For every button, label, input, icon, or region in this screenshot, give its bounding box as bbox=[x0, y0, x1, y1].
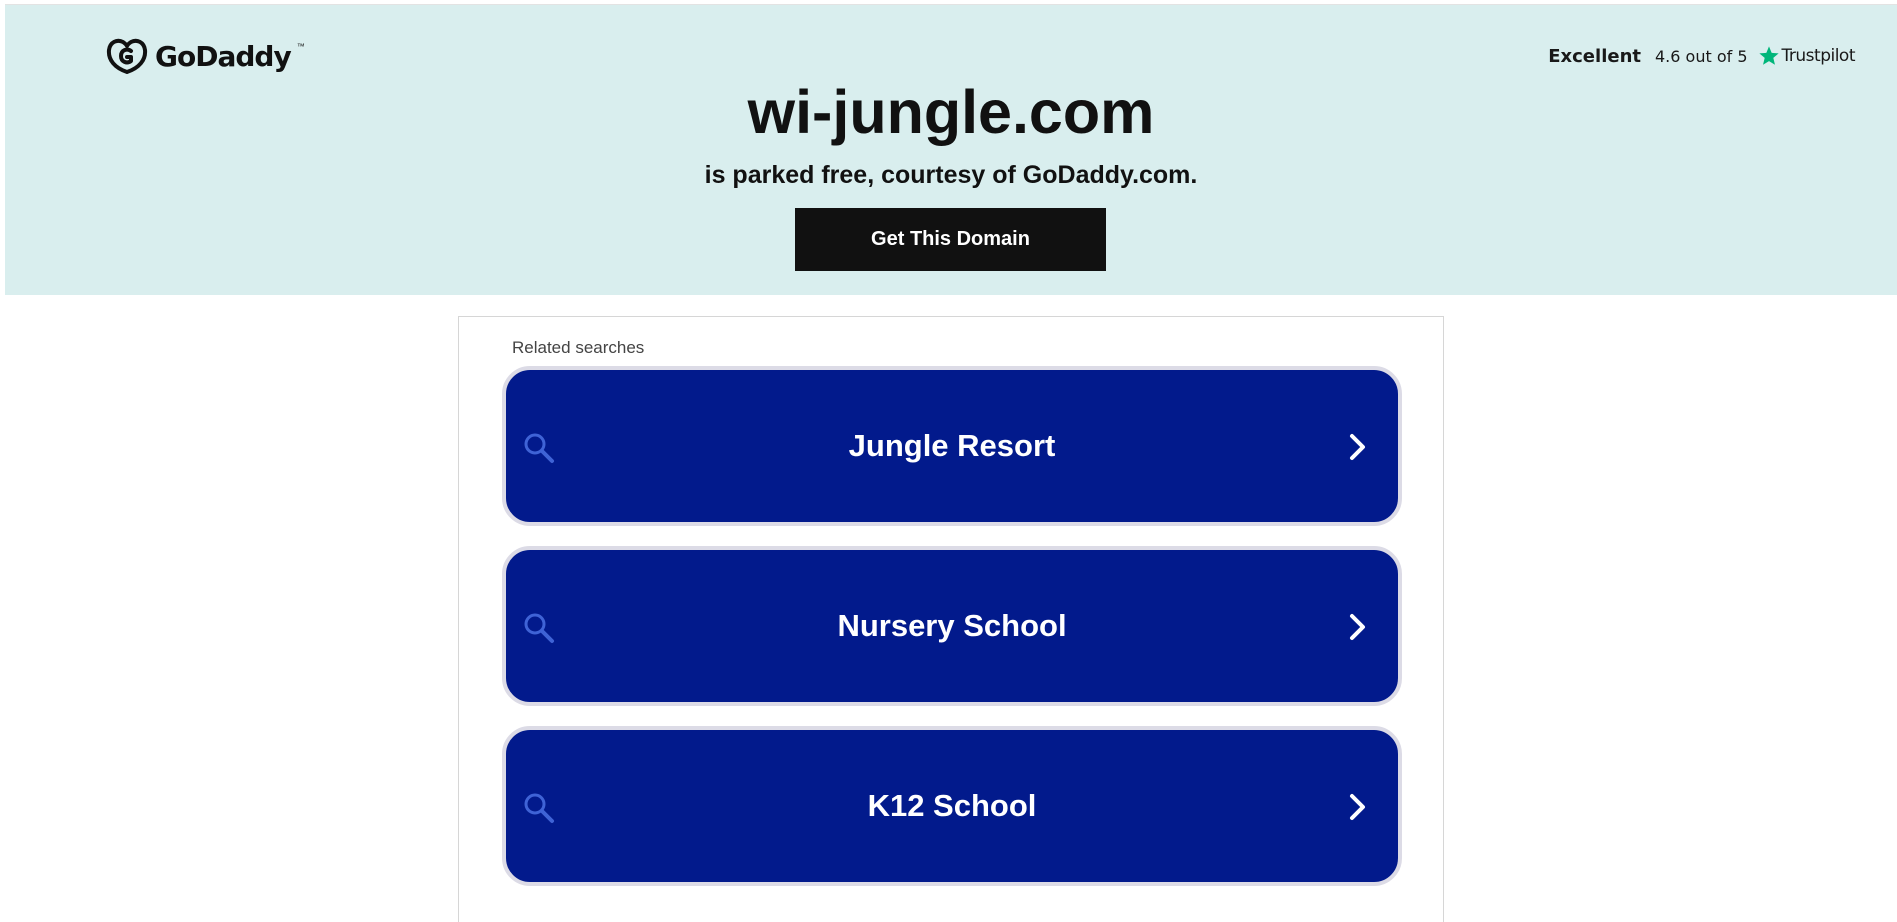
rating-label: Excellent bbox=[1548, 45, 1641, 67]
godaddy-logo[interactable]: GoDaddy ™ bbox=[105, 35, 305, 77]
logo-wordmark: GoDaddy bbox=[155, 39, 292, 73]
related-search-jungle-resort[interactable]: Jungle Resort bbox=[502, 366, 1402, 526]
search-icon bbox=[524, 433, 554, 463]
trustpilot-rating[interactable]: Excellent 4.6 out of 5 Trustpilot bbox=[1548, 45, 1855, 67]
related-search-label: Nursery School bbox=[837, 608, 1067, 643]
godaddy-logo-icon bbox=[106, 38, 148, 74]
rating-score: 4.6 out of 5 bbox=[1655, 46, 1748, 66]
get-domain-button[interactable]: Get This Domain bbox=[795, 208, 1106, 271]
search-icon bbox=[524, 613, 554, 643]
chevron-right-icon bbox=[1350, 434, 1365, 460]
parking-header: GoDaddy ™ Excellent 4.6 out of 5 Trustpil… bbox=[5, 4, 1897, 295]
search-icon bbox=[524, 793, 554, 823]
domain-title: wi-jungle.com bbox=[747, 78, 1155, 146]
related-search-label: Jungle Resort bbox=[848, 428, 1056, 463]
related-search-label: K12 School bbox=[867, 788, 1037, 823]
chevron-right-icon bbox=[1350, 794, 1365, 820]
chevron-right-icon bbox=[1350, 614, 1365, 640]
logo-trademark: ™ bbox=[296, 41, 305, 51]
related-searches-label: Related searches bbox=[512, 338, 645, 357]
parked-subtitle: is parked free, courtesy of GoDaddy.com. bbox=[704, 161, 1198, 189]
related-search-k12-school[interactable]: K12 School bbox=[502, 726, 1402, 886]
related-search-nursery-school[interactable]: Nursery School bbox=[502, 546, 1402, 706]
related-searches-panel: Related searches Jungle Resort Nursery S… bbox=[458, 316, 1444, 922]
star-icon bbox=[1758, 46, 1779, 65]
trustpilot-brand: Trustpilot bbox=[1781, 46, 1856, 66]
